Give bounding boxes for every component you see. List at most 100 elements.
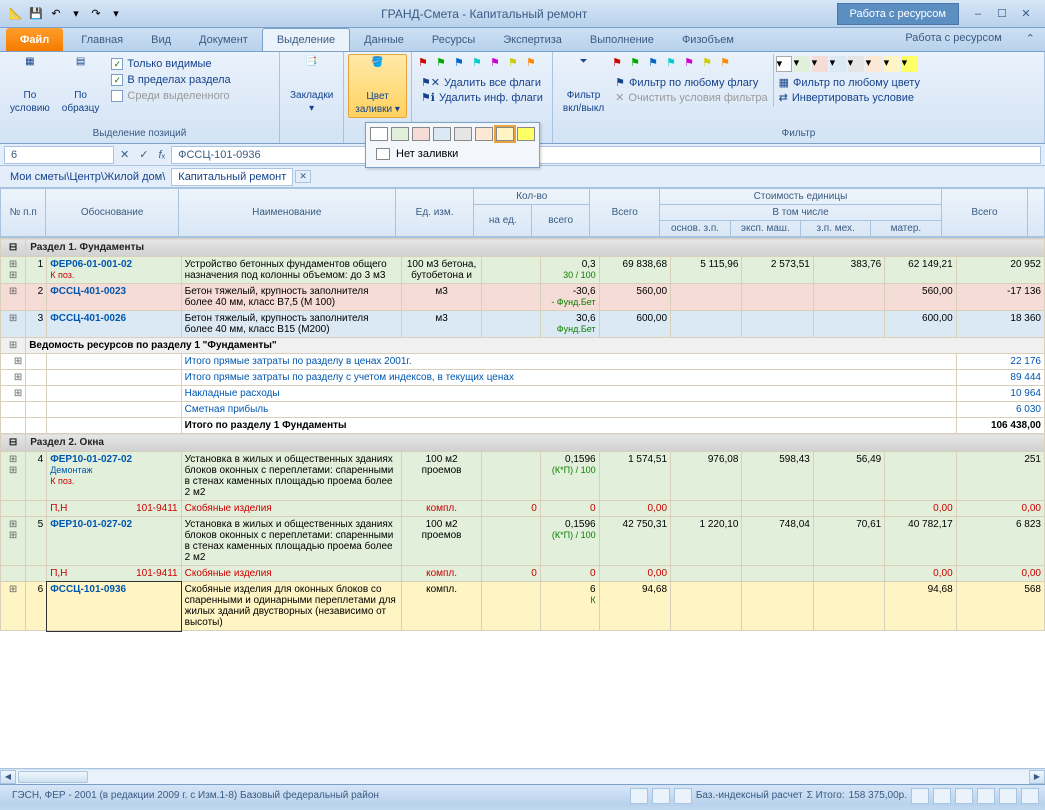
total-row[interactable]: ⊞Итого прямые затраты по разделу в ценах… xyxy=(1,354,1045,370)
qat-dropdown-2[interactable]: ▾ xyxy=(108,6,124,22)
col-mater[interactable]: матер. xyxy=(871,221,941,237)
filter-flag-yellow-icon[interactable]: ⚑ xyxy=(702,56,718,72)
filter-flag-cyan-icon[interactable]: ⚑ xyxy=(666,56,682,72)
status-icon-7[interactable] xyxy=(977,788,995,804)
col-mach[interactable]: эксп. маш. xyxy=(730,221,800,237)
section-2-row[interactable]: ⊟Раздел 2. Окна xyxy=(1,434,1045,452)
delete-all-flags[interactable]: ⚑✕Удалить все флаги xyxy=(418,75,544,90)
status-icon-4[interactable] xyxy=(911,788,929,804)
status-icon-2[interactable] xyxy=(652,788,670,804)
col-qty-unit[interactable]: на ед. xyxy=(474,205,532,237)
context-tab[interactable]: Работа с ресурсом xyxy=(891,28,1015,51)
swatch-yellow[interactable] xyxy=(517,127,535,141)
fx-accept-icon[interactable]: ✓ xyxy=(135,148,152,161)
filter-by-any-color[interactable]: ▦Фильтр по любому цвету xyxy=(776,75,923,90)
delete-info-flags[interactable]: ⚑ℹУдалить инф. флаги xyxy=(418,90,546,105)
table-row-selected[interactable]: ⊞6 ФССЦ-101-0936 Скобяные изделия для ок… xyxy=(1,582,1045,631)
cell-reference[interactable]: 6 xyxy=(4,146,114,164)
filter-by-any-flag[interactable]: ⚑Фильтр по любому флагу xyxy=(612,75,770,90)
swatch-blue[interactable] xyxy=(433,127,451,141)
horizontal-scrollbar[interactable]: ◀ ▶ xyxy=(0,768,1045,784)
within-section-checkbox[interactable]: ✓В пределах раздела xyxy=(109,72,232,88)
fill-color-button[interactable]: 🪣 Цвет заливки ▾ xyxy=(348,54,407,118)
swatch-pink[interactable] xyxy=(412,127,430,141)
filter-flag-blue-icon[interactable]: ⚑ xyxy=(648,56,664,72)
qat-dropdown-1[interactable]: ▾ xyxy=(68,6,84,22)
status-icon-8[interactable] xyxy=(999,788,1017,804)
scroll-left-icon[interactable]: ◀ xyxy=(0,770,16,784)
col-basis[interactable]: Обоснование xyxy=(46,189,178,237)
col-sum[interactable]: Всего xyxy=(941,189,1028,237)
close-icon[interactable]: ✕ xyxy=(1017,6,1035,22)
col-unitcost[interactable]: Стоимость единицы xyxy=(660,189,941,205)
undo-icon[interactable]: ↶ xyxy=(48,6,64,22)
col-qty-total[interactable]: всего xyxy=(532,205,590,237)
tab-execution[interactable]: Выполнение xyxy=(576,28,668,51)
tab-data[interactable]: Данные xyxy=(350,28,418,51)
scroll-thumb[interactable] xyxy=(18,771,88,783)
filter-color-3[interactable]: ▾ xyxy=(812,56,828,72)
app-icon[interactable]: 📐 xyxy=(8,6,24,22)
status-icon-6[interactable] xyxy=(955,788,973,804)
filter-flag-green-icon[interactable]: ⚑ xyxy=(630,56,646,72)
formula-input[interactable]: ФССЦ-101-0936 xyxy=(171,146,1041,164)
swatch-green[interactable] xyxy=(391,127,409,141)
filter-color-2[interactable]: ▾ xyxy=(794,56,810,72)
filter-color-7[interactable]: ▾ xyxy=(884,56,900,72)
filter-flag-red-icon[interactable]: ⚑ xyxy=(612,56,628,72)
col-basic[interactable]: основ. з.п. xyxy=(660,221,730,237)
status-icon-9[interactable] xyxy=(1021,788,1039,804)
tab-expertise[interactable]: Экспертиза xyxy=(489,28,576,51)
swatch-lightyellow[interactable] xyxy=(496,127,514,141)
redo-icon[interactable]: ↷ xyxy=(88,6,104,22)
bookmarks-button[interactable]: 📑 Закладки ▾ xyxy=(284,54,339,116)
table-row[interactable]: ⊞3 ФССЦ-401-0026 Бетон тяжелый, крупност… xyxy=(1,311,1045,338)
flag-magenta-icon[interactable]: ⚑ xyxy=(490,56,506,72)
status-icon-1[interactable] xyxy=(630,788,648,804)
tab-physvolume[interactable]: Физобъем xyxy=(668,28,748,51)
by-sample-button[interactable]: ▤ По образцу xyxy=(56,54,106,116)
table-row[interactable]: П,Н 101-9411 Скобяные изделия компл. 0 0… xyxy=(1,501,1045,517)
flag-red-icon[interactable]: ⚑ xyxy=(418,56,434,72)
file-tab[interactable]: Файл xyxy=(6,28,63,51)
filter-toggle-button[interactable]: ⏷ Фильтр вкл/выкл xyxy=(557,54,610,116)
maximize-icon[interactable]: ☐ xyxy=(993,6,1011,22)
breadcrumb-active[interactable]: Капитальный ремонт xyxy=(171,168,293,186)
tab-view[interactable]: Вид xyxy=(137,28,185,51)
tab-resources[interactable]: Ресурсы xyxy=(418,28,489,51)
filter-flag-orange-icon[interactable]: ⚑ xyxy=(720,56,736,72)
tab-selection[interactable]: Выделение xyxy=(262,28,350,51)
total-row[interactable]: ⊞Итого прямые затраты по разделу с учето… xyxy=(1,370,1045,386)
status-icon-3[interactable] xyxy=(674,788,692,804)
col-unit[interactable]: Ед. изм. xyxy=(395,189,474,237)
filter-flag-magenta-icon[interactable]: ⚑ xyxy=(684,56,700,72)
tab-main[interactable]: Главная xyxy=(67,28,137,51)
filter-color-4[interactable]: ▾ xyxy=(830,56,846,72)
flag-orange-icon[interactable]: ⚑ xyxy=(526,56,542,72)
fx-icon[interactable]: fₓ xyxy=(154,149,169,161)
section-1-row[interactable]: ⊟Раздел 1. Фундаменты xyxy=(1,239,1045,257)
filter-color-1[interactable]: ▾ xyxy=(776,56,792,72)
status-icon-5[interactable] xyxy=(933,788,951,804)
col-total[interactable]: Всего xyxy=(590,189,660,237)
col-including[interactable]: В том числе xyxy=(660,205,941,221)
total-row[interactable]: ⊞Накладные расходы10 964 xyxy=(1,386,1045,402)
filter-color-5[interactable]: ▾ xyxy=(848,56,864,72)
invert-condition[interactable]: ⇄Инвертировать условие xyxy=(776,90,923,105)
flag-yellow-icon[interactable]: ⚑ xyxy=(508,56,524,72)
table-row[interactable]: ⊞ ⊞5 ФЕР10-01-027-02 Установка в жилых и… xyxy=(1,517,1045,566)
tab-document[interactable]: Документ xyxy=(185,28,262,51)
table-row[interactable]: ⊞ ⊞1 ФЕР06-01-001-02К поз. Устройство бе… xyxy=(1,257,1045,284)
table-row[interactable]: П,Н 101-9411 Скобяные изделия компл. 0 0… xyxy=(1,566,1045,582)
swatch-white[interactable] xyxy=(370,127,388,141)
flag-green-icon[interactable]: ⚑ xyxy=(436,56,452,72)
total-row[interactable]: Итого по разделу 1 Фундаменты106 438,00 xyxy=(1,418,1045,434)
table-row[interactable]: ⊞2 ФССЦ-401-0023 Бетон тяжелый, крупност… xyxy=(1,284,1045,311)
save-icon[interactable]: 💾 xyxy=(28,6,44,22)
swatch-gray[interactable] xyxy=(454,127,472,141)
col-num[interactable]: № п.п xyxy=(1,189,46,237)
breadcrumb-close-icon[interactable]: ✕ xyxy=(295,170,311,183)
breadcrumb-path[interactable]: Мои сметы\Центр\Жилой дом\ xyxy=(4,169,171,185)
fx-cancel-icon[interactable]: ✕ xyxy=(116,148,133,161)
scroll-track[interactable] xyxy=(16,770,1029,784)
